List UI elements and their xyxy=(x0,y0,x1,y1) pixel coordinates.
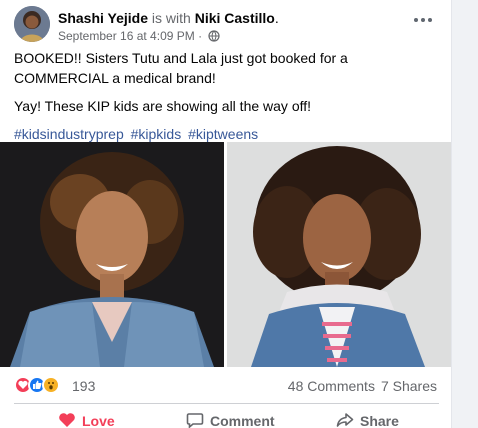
hashtag-list: #kidsindustryprep #kipkids #kiptweens xyxy=(14,124,442,144)
shares-count-link[interactable]: 7 Shares xyxy=(381,378,437,394)
heart-icon xyxy=(58,412,76,428)
share-label: Share xyxy=(360,413,399,428)
reaction-icons[interactable] xyxy=(14,376,70,394)
photo-right[interactable] xyxy=(227,142,451,367)
post-header: Shashi Yejide is with Niki Castillo. Sep… xyxy=(14,6,439,46)
tagged-name-link[interactable]: Niki Castillo xyxy=(195,10,275,26)
hashtag-link[interactable]: #kidsindustryprep xyxy=(14,126,124,142)
timestamp-link[interactable]: September 16 at 4:09 PM xyxy=(58,29,195,43)
love-label: Love xyxy=(82,413,115,428)
hashtag-link[interactable]: #kipkids xyxy=(131,126,182,142)
share-icon xyxy=(336,412,354,428)
wow-reaction-icon xyxy=(42,376,60,394)
author-name-link[interactable]: Shashi Yejide xyxy=(58,10,148,26)
engagement-counts: 48 Comments 7 Shares xyxy=(288,378,437,394)
page-background-strip xyxy=(451,0,478,428)
comment-button[interactable]: Comment xyxy=(186,410,275,428)
globe-icon[interactable] xyxy=(208,30,221,45)
comment-icon xyxy=(186,412,204,428)
with-text: is with xyxy=(148,10,195,26)
post-paragraph-1: BOOKED!! Sisters Tutu and Lala just got … xyxy=(14,50,348,86)
tagged-suffix: . xyxy=(274,10,279,26)
author-line: Shashi Yejide is with Niki Castillo. xyxy=(58,10,279,26)
reactions-summary: 193 48 Comments 7 Shares xyxy=(14,372,439,398)
more-options-icon xyxy=(414,18,418,22)
action-bar: Love Comment Share xyxy=(14,406,439,428)
post-meta: September 16 at 4:09 PM · xyxy=(58,29,221,45)
share-button[interactable]: Share xyxy=(336,410,399,428)
reaction-count[interactable]: 193 xyxy=(72,378,95,394)
hashtag-link[interactable]: #kiptweens xyxy=(188,126,258,142)
divider xyxy=(14,403,439,404)
post-paragraph-2: Yay! These KIP kids are showing all the … xyxy=(14,98,312,114)
comment-label: Comment xyxy=(210,413,275,428)
meta-separator: · xyxy=(194,29,206,43)
avatar[interactable] xyxy=(14,6,50,42)
love-button[interactable]: Love xyxy=(58,410,115,428)
photo-grid xyxy=(0,142,451,367)
photo-left[interactable] xyxy=(0,142,224,367)
comments-count-link[interactable]: 48 Comments xyxy=(288,378,375,394)
post-card: Shashi Yejide is with Niki Castillo. Sep… xyxy=(0,0,451,428)
post-body: BOOKED!! Sisters Tutu and Lala just got … xyxy=(14,48,442,152)
more-options-button[interactable] xyxy=(409,8,437,32)
